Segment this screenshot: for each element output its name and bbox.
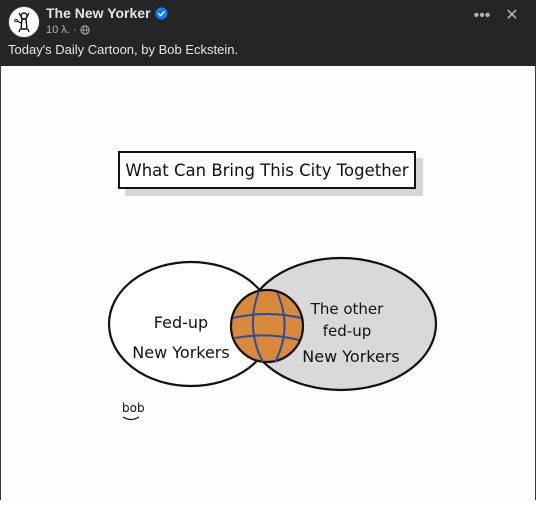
post-timestamp[interactable]: 10 λ. (46, 24, 70, 36)
meta-separator: · (72, 24, 77, 36)
more-options-button[interactable]: ••• (472, 8, 492, 24)
right-circle-line-3: New Yorkers (302, 347, 399, 366)
artist-signature: bob (122, 401, 145, 415)
signature-underline (122, 416, 140, 421)
close-icon: ✕ (505, 7, 519, 24)
page-avatar[interactable] (8, 6, 40, 38)
right-circle-line-1: The other (310, 300, 384, 318)
cartoon-image: What Can Bring This City Together Fed-up… (0, 66, 536, 500)
cartoon-title: What Can Bring This City Together (125, 161, 408, 180)
close-button[interactable]: ✕ (504, 8, 520, 24)
page-name[interactable]: The New Yorker (46, 5, 151, 21)
verified-badge-icon (154, 6, 168, 20)
cartoon-drawing: What Can Bring This City Together Fed-up… (107, 151, 438, 421)
post-header: The New Yorker 10 λ. · Today's Daily Car… (0, 0, 536, 66)
basketball-icon (229, 288, 305, 364)
right-circle-line-2: fed-up (323, 322, 371, 340)
left-circle-line-2: New Yorkers (132, 343, 229, 362)
post-caption: Today's Daily Cartoon, by Bob Eckstein. (8, 42, 239, 57)
page-name-row: The New Yorker (46, 5, 168, 21)
left-circle-line-1: Fed-up (154, 313, 208, 332)
new-yorker-logo-icon (10, 8, 38, 36)
post-meta: 10 λ. · (46, 24, 90, 36)
globe-icon (79, 25, 90, 35)
more-options-icon: ••• (473, 7, 491, 24)
